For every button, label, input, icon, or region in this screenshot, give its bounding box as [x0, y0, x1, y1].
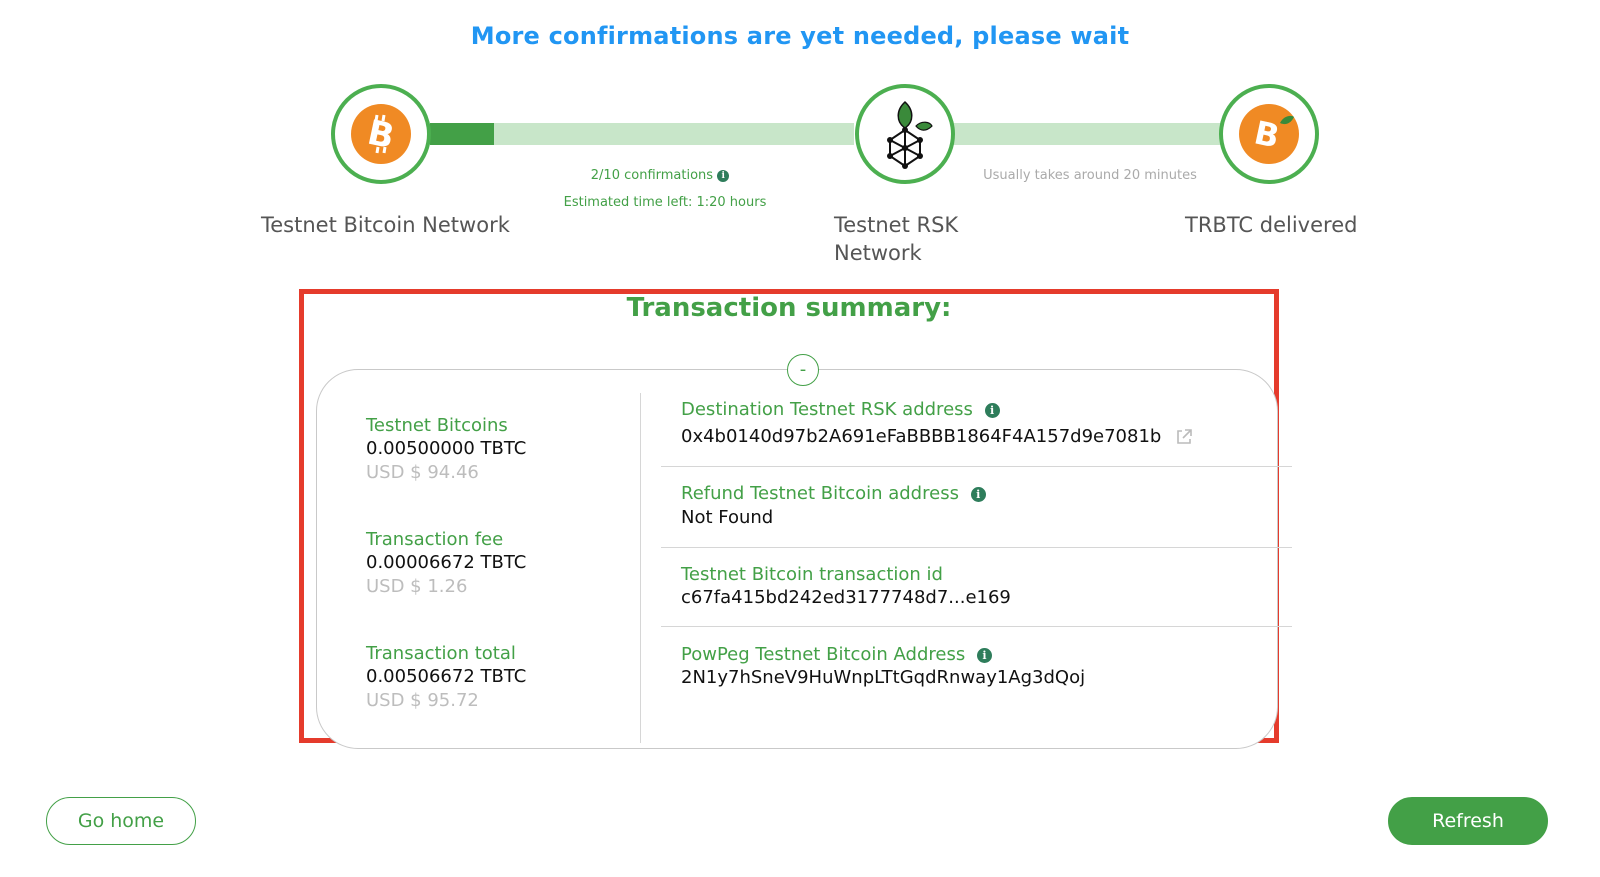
transaction-fee-value: 0.00006672 TBTC	[366, 552, 527, 573]
external-link-icon[interactable]	[1175, 428, 1193, 446]
destination-address-value: 0x4b0140d97b2A691eFaBBBB1864F4A157d9e708…	[681, 426, 1193, 447]
refresh-button[interactable]: Refresh	[1388, 797, 1548, 845]
transaction-total-value: 0.00506672 TBTC	[366, 666, 527, 687]
go-home-button[interactable]: Go home	[46, 797, 196, 845]
rbtc-icon: B	[1239, 104, 1299, 164]
transaction-fee-usd: USD $ 1.26	[366, 576, 468, 597]
summary-title: Transaction summary:	[626, 293, 952, 323]
confirmations-count: 2/10 confirmations i	[560, 168, 760, 183]
step-label-bitcoin: Testnet Bitcoin Network	[261, 213, 510, 237]
info-icon[interactable]: i	[984, 402, 1000, 418]
powpeg-address-value: 2N1y7hSneV9HuWnpLTtGqdRnway1Ag3dQoj	[681, 667, 1086, 688]
transaction-fee-label: Transaction fee	[366, 529, 504, 550]
row-divider	[661, 626, 1292, 627]
usual-time-note: Usually takes around 20 minutes	[983, 168, 1197, 183]
info-icon[interactable]: i	[717, 169, 730, 182]
transaction-id-label: Testnet Bitcoin transaction id	[681, 564, 943, 585]
column-divider	[640, 393, 641, 743]
rsk-icon	[887, 100, 933, 169]
bitcoin-icon: B	[351, 104, 411, 164]
info-icon[interactable]: i	[970, 486, 986, 502]
step-label-rsk: Testnet RSK Network	[834, 213, 959, 265]
row-divider	[661, 466, 1292, 467]
refund-address-value: Not Found	[681, 507, 774, 528]
collapse-toggle-button[interactable]: -	[787, 354, 819, 386]
transaction-total-usd: USD $ 95.72	[366, 690, 479, 711]
step-label-rbtc: TRBTC delivered	[1185, 213, 1358, 237]
progress-bar-btc-rsk	[430, 123, 854, 145]
progress-bar-fill	[430, 123, 494, 145]
rsk-network-node	[855, 84, 955, 184]
info-icon[interactable]: i	[976, 647, 992, 663]
transaction-id-value[interactable]: c67fa415bd242ed3177748d7...e169	[681, 587, 1011, 608]
testnet-bitcoins-label: Testnet Bitcoins	[366, 415, 508, 436]
bitcoin-network-node: B	[331, 84, 431, 184]
refund-address-label: Refund Testnet Bitcoin address i	[681, 483, 986, 504]
row-divider	[661, 547, 1292, 548]
status-title: More confirmations are yet needed, pleas…	[470, 22, 1130, 50]
progress-bar-rsk-rbtc	[950, 123, 1230, 145]
transaction-total-label: Transaction total	[366, 643, 516, 664]
estimated-time: Estimated time left: 1:20 hours	[563, 195, 767, 210]
rbtc-delivered-node: B	[1219, 84, 1319, 184]
destination-address-label: Destination Testnet RSK address i	[681, 399, 1000, 420]
powpeg-address-label: PowPeg Testnet Bitcoin Address i	[681, 644, 992, 665]
testnet-bitcoins-value: 0.00500000 TBTC	[366, 438, 527, 459]
testnet-bitcoins-usd: USD $ 94.46	[366, 462, 479, 483]
